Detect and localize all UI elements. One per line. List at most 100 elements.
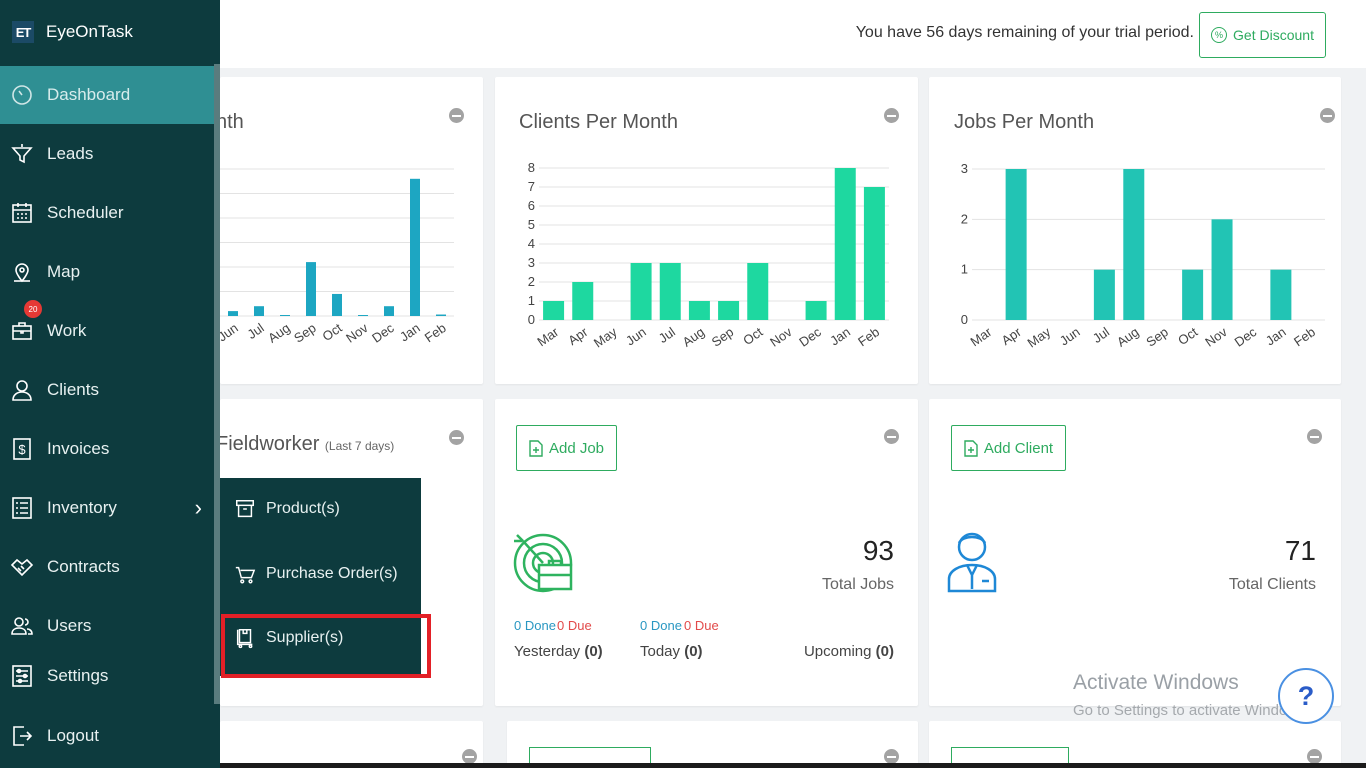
y-tick-label: 0 — [528, 312, 535, 327]
sidebar-item-label: Map — [47, 262, 81, 281]
clients-summary-card: Add Client 71 Total Clients — [929, 399, 1341, 706]
y-tick-label: 5 — [528, 217, 535, 232]
x-tick-label: Sep — [709, 324, 737, 350]
bar — [1270, 269, 1292, 320]
x-tick-label: Nov — [1202, 324, 1230, 350]
sidebar-item-invoices[interactable]: $ Invoices — [0, 420, 214, 478]
sidebar-item-contracts[interactable]: Contracts — [0, 538, 214, 596]
fieldworker-subtitle: (Last 7 days) — [324, 439, 395, 453]
bar — [410, 178, 420, 316]
submenu-item-purchase-orders[interactable]: Purchase Order(s) — [234, 563, 398, 585]
y-tick-label: 4 — [528, 236, 535, 251]
add-job-button[interactable]: Add Job — [516, 425, 617, 471]
svg-text:$: $ — [18, 442, 26, 457]
jobs-target-icon — [513, 533, 573, 593]
bar — [834, 168, 856, 320]
client-avatar-icon — [947, 532, 997, 593]
sidebar-item-logout[interactable]: Logout — [0, 707, 214, 765]
dashboard-icon — [12, 85, 32, 105]
partial-chart: Jun JulAugSep OctNovDec Jan Feb — [220, 168, 454, 346]
x-tick-label: Oct — [320, 320, 345, 344]
briefcase-icon — [12, 322, 32, 340]
x-tick-label: Mar — [967, 324, 994, 350]
bar — [543, 301, 565, 320]
bottom-card-1 — [220, 721, 483, 768]
yesterday-stat: Yesterday (0) — [514, 643, 603, 660]
y-tick-label: 7 — [528, 179, 535, 194]
sidebar-item-work[interactable]: 20 Work — [0, 300, 214, 360]
x-tick-label: Aug — [265, 320, 293, 346]
get-discount-button[interactable]: % Get Discount — [1199, 12, 1326, 58]
bar — [718, 301, 740, 320]
add-client-button[interactable]: Add Client — [951, 425, 1066, 471]
bar — [747, 263, 769, 320]
bar — [1093, 269, 1115, 320]
collapse-icon[interactable] — [462, 749, 477, 764]
total-clients-label: Total Clients — [1228, 576, 1316, 593]
sliders-icon — [12, 665, 32, 687]
sidebar-item-dashboard[interactable]: Dashboard — [0, 66, 214, 124]
x-tick-label: Nov — [343, 320, 371, 346]
fieldworker-title: Fieldworker (Last 7 days) — [216, 433, 394, 456]
today-done: 0 Done — [640, 618, 682, 633]
y-tick-label: 1 — [528, 293, 535, 308]
upcoming-count: (0) — [875, 643, 894, 660]
jobs-summary-card: Add Job 93 Total Jobs 0 Done 0 Due 0 Don… — [495, 399, 918, 706]
total-jobs-value: 93 — [862, 535, 894, 566]
sidebar-item-label: Users — [47, 616, 92, 635]
list-icon — [12, 497, 32, 519]
x-tick-label: Dec — [369, 320, 397, 346]
bar — [384, 306, 394, 316]
collapse-icon[interactable] — [1307, 429, 1322, 444]
x-tick-label: Apr — [565, 324, 591, 348]
sidebar-item-scheduler[interactable]: Scheduler — [0, 184, 214, 242]
bar — [688, 301, 710, 320]
x-tick-label: Oct — [1175, 324, 1200, 348]
upcoming-label: Upcoming — [803, 643, 872, 660]
box-icon — [236, 500, 254, 518]
collapse-icon[interactable] — [884, 749, 899, 764]
brand-logo: ET — [12, 21, 34, 43]
sidebar-item-clients[interactable]: Clients — [0, 361, 214, 419]
x-tick-label: Jul — [656, 324, 678, 346]
x-tick-label: Sep — [1143, 324, 1171, 350]
collapse-icon[interactable] — [1307, 749, 1322, 764]
topbar: You have 56 days remaining of your trial… — [220, 0, 1366, 68]
total-jobs-label: Total Jobs — [821, 576, 894, 593]
add-job-label: Add Job — [548, 439, 605, 457]
yesterday-label: Yesterday — [514, 643, 581, 660]
brand[interactable]: ET EyeOnTask — [0, 0, 220, 64]
help-button[interactable]: ? — [1278, 668, 1334, 724]
x-tick-label: Sep — [291, 320, 319, 346]
sidebar-item-settings[interactable]: Settings — [0, 647, 214, 705]
activate-windows-title: Activate Windows — [1073, 671, 1239, 694]
y-tick-label: 6 — [528, 198, 535, 213]
today-count: (0) — [684, 643, 703, 660]
x-tick-label: Jan — [397, 320, 423, 344]
x-tick-label: Mar — [534, 324, 561, 350]
chart-plot: 0 1 2 3 Mar Apr May Jun Jul Aug Sep Oct Nov Dec Jan Feb — [961, 161, 1325, 351]
collapse-icon[interactable] — [449, 430, 464, 445]
sidebar-item-leads[interactable]: Leads — [0, 125, 214, 183]
y-tick-label: 2 — [528, 274, 535, 289]
sidebar-item-map[interactable]: Map — [0, 243, 214, 301]
submenu-item-label: Product(s) — [266, 500, 340, 517]
clients-chart-card: Clients Per Month 0 1 2 3 4 5 6 7 8 Mar Apr May Jun J… — [495, 77, 918, 384]
fieldworker-title-text: Fieldworker — [216, 433, 320, 455]
collapse-icon[interactable] — [884, 429, 899, 444]
sidebar-item-label: Clients — [47, 380, 99, 399]
cart-icon — [235, 566, 256, 584]
chart-plot: 0 1 2 3 4 5 6 7 8 Mar Apr May Jun Jul Aug Sep Oct Nov Dec J… — [528, 160, 889, 351]
chart-plot: Jun JulAugSep OctNovDec Jan Feb — [220, 168, 454, 346]
sidebar: ET EyeOnTask Dashboard Leads Scheduler M… — [0, 0, 220, 768]
x-tick-label: Jul — [244, 320, 266, 342]
sidebar-item-inventory[interactable]: Inventory › — [0, 479, 214, 537]
bar — [863, 187, 885, 320]
yesterday-done: 0 Done — [514, 618, 556, 633]
y-tick-label: 2 — [961, 211, 968, 226]
funnel-icon — [11, 144, 33, 164]
percent-icon: % — [1211, 27, 1228, 43]
submenu-item-products[interactable]: Product(s) — [234, 498, 340, 520]
bar — [280, 315, 290, 316]
total-clients-value: 71 — [1284, 535, 1316, 566]
